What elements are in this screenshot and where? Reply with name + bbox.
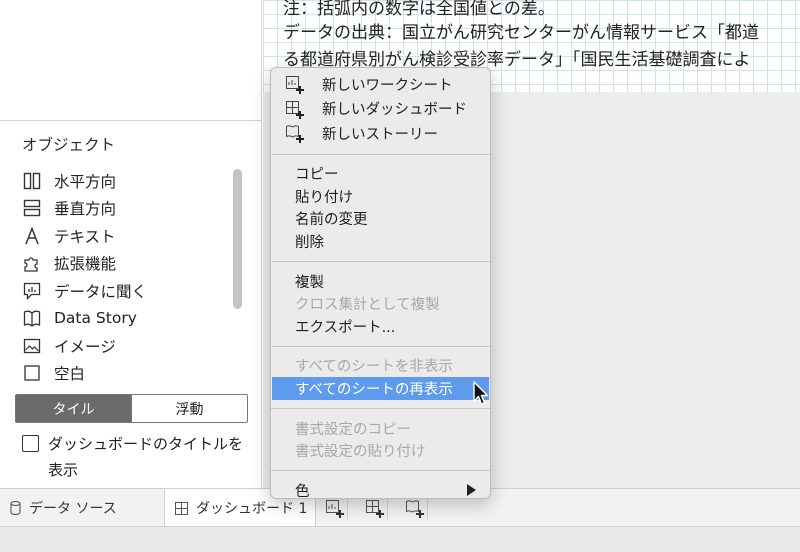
tiled-button[interactable]: タイル — [16, 395, 131, 422]
object-label: 拡張機能 — [54, 255, 117, 274]
menu-label: 新しいストーリー — [322, 126, 438, 143]
menu-paste-formatting[interactable]: 書式設定の貼り付け — [271, 439, 490, 462]
object-ask-data[interactable]: データに聞く — [22, 277, 227, 305]
text-line: 注：括弧内の数字は全国値との差。 — [283, 0, 555, 19]
text-icon — [22, 226, 42, 246]
menu-separator — [271, 407, 490, 409]
menu-label: 色 — [295, 483, 310, 500]
new-dashboard-icon — [365, 500, 384, 518]
menu-hide-all-sheets[interactable]: すべてのシートを非表示 — [271, 355, 490, 378]
new-story-icon — [285, 124, 305, 144]
tableau-window: オブジェクト 水平方向 垂直方向 テキスト 拡張機能 データに聞く Data S… — [0, 0, 800, 552]
objects-list: 水平方向 垂直方向 テキスト 拡張機能 データに聞く Data Story イメ… — [22, 167, 227, 387]
menu-paste[interactable]: 貼り付け — [271, 185, 490, 208]
image-icon — [22, 336, 42, 356]
show-title-checkbox[interactable] — [22, 435, 39, 452]
menu-color[interactable]: 色 — [271, 479, 490, 502]
blank-icon — [22, 363, 42, 383]
sheet-context-menu: 新しいワークシート 新しいダッシュボード 新しいストーリー コピー 貼り付け 名… — [270, 67, 491, 502]
extension-puzzle-icon — [22, 253, 42, 273]
new-story-icon — [405, 500, 424, 518]
menu-label: 新しいダッシュボード — [322, 102, 467, 119]
tiled-floating-toggle: タイル 浮動 — [15, 394, 248, 423]
vertical-layout-icon — [22, 198, 42, 218]
new-worksheet-icon — [285, 75, 305, 95]
objects-panel: オブジェクト 水平方向 垂直方向 テキスト 拡張機能 データに聞く Data S… — [0, 120, 262, 488]
menu-rename[interactable]: 名前の変更 — [271, 208, 490, 231]
menu-new-dashboard[interactable]: 新しいダッシュボード — [271, 97, 490, 122]
object-blank[interactable]: 空白 — [22, 360, 227, 388]
object-horizontal[interactable]: 水平方向 — [22, 167, 227, 195]
menu-duplicate-crosstab[interactable]: クロス集計として複製 — [271, 292, 490, 315]
ask-data-icon — [22, 281, 42, 301]
object-label: Data Story — [54, 309, 137, 328]
object-image[interactable]: イメージ — [22, 332, 227, 360]
object-label: テキスト — [54, 227, 116, 246]
menu-unhide-all-sheets[interactable]: すべてのシートの再表示 — [272, 377, 489, 400]
menu-separator — [271, 153, 490, 155]
left-pane-top — [0, 0, 262, 120]
database-icon — [10, 501, 21, 515]
menu-new-story[interactable]: 新しいストーリー — [271, 121, 490, 146]
tab-data-source[interactable]: データ ソース — [10, 489, 117, 527]
object-label: 垂直方向 — [54, 200, 117, 219]
object-label: データに聞く — [54, 282, 148, 301]
show-title-label-2: 表示 — [48, 461, 79, 479]
menu-duplicate[interactable]: 複製 — [271, 270, 490, 293]
menu-separator — [271, 470, 490, 472]
dashboard-icon — [175, 501, 188, 515]
show-title-label: ダッシュボードのタイトルを — [48, 435, 244, 453]
floating-button[interactable]: 浮動 — [131, 395, 247, 422]
objects-scrollbar[interactable] — [233, 169, 242, 309]
object-vertical[interactable]: 垂直方向 — [22, 195, 227, 223]
objects-title: オブジェクト — [22, 136, 116, 154]
object-label: イメージ — [54, 337, 116, 356]
show-title-option: ダッシュボードのタイトルを 表示 — [22, 431, 252, 483]
horizontal-layout-icon — [22, 171, 42, 191]
menu-copy-formatting[interactable]: 書式設定のコピー — [271, 417, 490, 440]
object-label: 水平方向 — [54, 172, 117, 191]
menu-separator — [271, 260, 490, 262]
new-worksheet-icon — [325, 500, 344, 518]
menu-separator — [271, 345, 490, 347]
status-bar — [0, 526, 800, 552]
object-label: 空白 — [54, 365, 86, 384]
menu-export[interactable]: エクスポート... — [271, 315, 490, 338]
object-text[interactable]: テキスト — [22, 222, 227, 250]
tab-label: データ ソース — [29, 501, 117, 517]
new-dashboard-icon — [285, 100, 305, 120]
object-extension[interactable]: 拡張機能 — [22, 250, 227, 278]
text-line: データの出典：国立がん研究センターがん情報サービス「都道 — [283, 23, 759, 43]
object-data-story[interactable]: Data Story — [22, 305, 227, 333]
submenu-arrow-icon — [467, 484, 476, 497]
menu-new-worksheet[interactable]: 新しいワークシート — [271, 72, 490, 97]
menu-label: 新しいワークシート — [322, 77, 453, 94]
menu-delete[interactable]: 削除 — [271, 230, 490, 253]
data-story-book-icon — [22, 308, 42, 328]
menu-copy[interactable]: コピー — [271, 163, 490, 186]
mouse-pointer-icon — [473, 381, 489, 405]
